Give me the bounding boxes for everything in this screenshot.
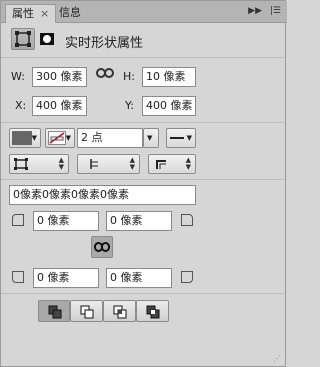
height-field[interactable]: 10 像素 — [142, 67, 196, 87]
fill-color-dropdown[interactable]: ▼ — [9, 128, 41, 148]
combine-shapes-button[interactable] — [38, 300, 70, 322]
y-label: Y: — [125, 99, 134, 112]
all-corners-field[interactable]: 0像素0像素0像素0像素 — [9, 185, 196, 205]
mask-icon — [40, 33, 54, 45]
top-left-corner-icon — [12, 214, 24, 226]
subtract-icon — [80, 305, 94, 319]
tab-info-label: 信息 — [59, 6, 81, 19]
no-stroke-icon — [48, 131, 66, 145]
chevron-down-icon: ▼ — [31, 134, 37, 142]
intersect-icon — [113, 305, 127, 319]
subtract-shapes-button[interactable] — [70, 300, 103, 322]
intersect-shapes-button[interactable] — [103, 300, 136, 322]
width-field[interactable]: 300 像素 — [32, 67, 87, 87]
bottom-right-radius-field[interactable]: 0 像素 — [106, 268, 172, 288]
chevron-down-icon: ▼ — [147, 134, 153, 142]
mask-properties-button[interactable] — [38, 29, 58, 49]
tab-info[interactable]: 信息 — [53, 4, 87, 23]
tab-properties[interactable]: 属性 × — [5, 4, 57, 23]
exclude-icon — [146, 305, 160, 319]
shape-properties-button[interactable] — [11, 28, 35, 50]
link-icon — [94, 242, 110, 252]
collapse-icon[interactable]: ▶▶ — [248, 6, 262, 16]
divider — [1, 293, 285, 294]
panel-title: 实时形状属性 — [65, 36, 144, 51]
y-field[interactable]: 400 像素 — [142, 96, 196, 116]
height-label: H: — [123, 70, 135, 83]
panel-tab-bar: 属性 × 信息 ▶▶ |☰ — [1, 1, 287, 23]
top-right-corner-icon — [181, 214, 193, 226]
panel-menu-icon[interactable]: |☰ — [270, 6, 281, 16]
chevron-down-icon: ▼ — [186, 134, 192, 142]
stroke-width-field[interactable]: 2 点 — [77, 128, 143, 148]
solid-line-icon — [170, 137, 184, 139]
link-corners-button[interactable] — [91, 236, 113, 258]
bottom-right-corner-icon — [181, 271, 193, 283]
up-down-arrow-icon: ▲ ▼ — [129, 156, 135, 171]
x-label: X: — [15, 99, 27, 112]
x-field[interactable]: 400 像素 — [32, 96, 87, 116]
stroke-corners-dropdown[interactable]: ▲ ▼ — [148, 154, 196, 174]
combine-icon — [48, 305, 62, 319]
transform-shape-icon — [15, 31, 31, 47]
divider — [1, 122, 285, 123]
stroke-color-dropdown[interactable]: ▼ — [45, 128, 75, 148]
properties-panel: 属性 × 信息 ▶▶ |☰ 实时形状属性 W: 300 像素 H: 10 像素 X… — [0, 0, 287, 367]
fill-swatch — [12, 131, 32, 145]
panel-controls: ▶▶ |☰ — [243, 6, 281, 16]
link-size-icon[interactable] — [96, 67, 114, 83]
bottom-left-radius-field[interactable]: 0 像素 — [33, 268, 99, 288]
line-caps-icon — [90, 159, 98, 169]
exclude-shapes-button[interactable] — [136, 300, 169, 322]
up-down-arrow-icon: ▲ ▼ — [58, 156, 64, 171]
width-label: W: — [11, 70, 25, 83]
divider — [1, 179, 285, 180]
bottom-left-corner-icon — [12, 271, 24, 283]
stroke-align-icon — [14, 158, 28, 170]
tab-properties-label: 属性 — [12, 7, 34, 20]
top-left-radius-field[interactable]: 0 像素 — [33, 211, 99, 231]
divider — [1, 57, 285, 58]
stroke-width-dropdown[interactable]: ▼ — [143, 128, 159, 148]
stroke-align-dropdown[interactable]: ▲ ▼ — [9, 154, 69, 174]
chevron-down-icon: ▼ — [65, 134, 71, 142]
stroke-type-dropdown[interactable]: ▼ — [166, 128, 196, 148]
stroke-caps-dropdown[interactable]: ▲ ▼ — [77, 154, 140, 174]
line-joins-icon — [156, 160, 166, 169]
up-down-arrow-icon: ▲ ▼ — [185, 156, 191, 171]
resize-grip-icon[interactable]: ⋰ — [273, 354, 281, 363]
tab-close-icon[interactable]: × — [40, 7, 49, 20]
top-right-radius-field[interactable]: 0 像素 — [106, 211, 172, 231]
